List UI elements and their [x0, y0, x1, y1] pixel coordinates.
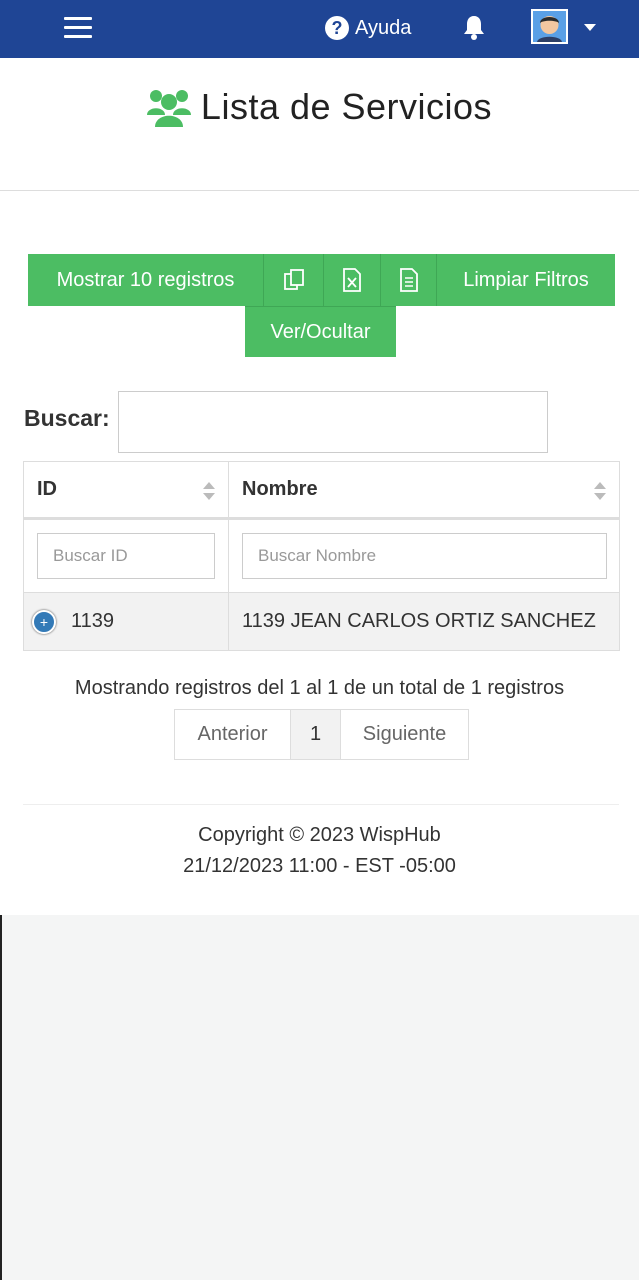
user-avatar[interactable] — [531, 9, 568, 44]
filter-cell-id: Buscar ID — [24, 520, 229, 592]
page-title: Lista de Servicios — [200, 86, 493, 127]
copy-icon — [283, 269, 304, 290]
csv-export-button[interactable] — [381, 254, 437, 306]
table-header: ID Nombre — [24, 462, 619, 520]
help-label: Ayuda — [355, 16, 412, 39]
cell-id: + 1139 — [24, 593, 229, 650]
filter-cell-name: Buscar Nombre — [229, 520, 619, 592]
csv-file-icon — [399, 268, 418, 292]
expand-row-icon[interactable]: + — [32, 609, 56, 634]
prev-page-button[interactable]: Anterior — [175, 710, 291, 759]
pagination: Anterior 1 Siguiente — [174, 709, 469, 760]
cell-id-text: 1139 — [71, 610, 115, 632]
toggle-columns-button[interactable]: Ver/Ocultar — [245, 306, 396, 357]
page-header: Lista de Servicios — [0, 86, 639, 128]
filter-id-input[interactable]: Buscar ID — [37, 533, 215, 579]
users-icon — [146, 90, 191, 127]
question-circle-icon: ? — [325, 16, 349, 40]
cell-name: 1139 JEAN CARLOS ORTIZ SANCHEZ — [242, 610, 596, 632]
table-toolbar: Mostrar 10 registros Limpiar Filtros — [28, 254, 615, 306]
datetime-text: 21/12/2023 11:00 - EST -05:00 — [183, 855, 456, 877]
chevron-down-icon[interactable] — [584, 24, 596, 31]
page-1-button[interactable]: 1 — [291, 710, 341, 759]
copy-button[interactable] — [264, 254, 324, 306]
filter-name-input[interactable]: Buscar Nombre — [242, 533, 607, 579]
column-header-label: Nombre — [242, 478, 318, 500]
filter-row: Buscar ID Buscar Nombre — [24, 520, 619, 593]
column-header-id[interactable]: ID — [24, 462, 229, 517]
search-label: Buscar: — [24, 405, 110, 431]
pagination-info: Mostrando registros del 1 al 1 de un tot… — [74, 677, 565, 699]
bell-icon[interactable] — [462, 14, 486, 40]
table-row[interactable]: + 1139 1139 JEAN CARLOS ORTIZ SANCHEZ — [24, 593, 619, 650]
main-content: Lista de Servicios Mostrar 10 registros … — [0, 58, 639, 915]
left-edge-border — [0, 915, 2, 1280]
search-input[interactable] — [118, 391, 548, 453]
services-table: ID Nombre Buscar ID Buscar Nombre + 1139… — [23, 461, 620, 651]
header-divider — [0, 190, 639, 191]
column-header-nombre[interactable]: Nombre — [229, 462, 619, 517]
top-navbar: ? Ayuda — [0, 0, 639, 58]
excel-icon — [343, 268, 361, 292]
help-link[interactable]: ? Ayuda — [325, 13, 411, 43]
footer-divider — [23, 804, 619, 805]
hamburger-menu-icon[interactable] — [62, 14, 94, 42]
sort-icon — [203, 482, 215, 500]
column-header-label: ID — [37, 478, 57, 500]
excel-export-button[interactable] — [324, 254, 381, 306]
next-page-button[interactable]: Siguiente — [341, 710, 468, 759]
sort-icon — [594, 482, 606, 500]
clear-filters-button[interactable]: Limpiar Filtros — [437, 254, 615, 306]
copyright-text: Copyright © 2023 WispHub — [198, 824, 441, 846]
show-records-button[interactable]: Mostrar 10 registros — [28, 254, 264, 306]
